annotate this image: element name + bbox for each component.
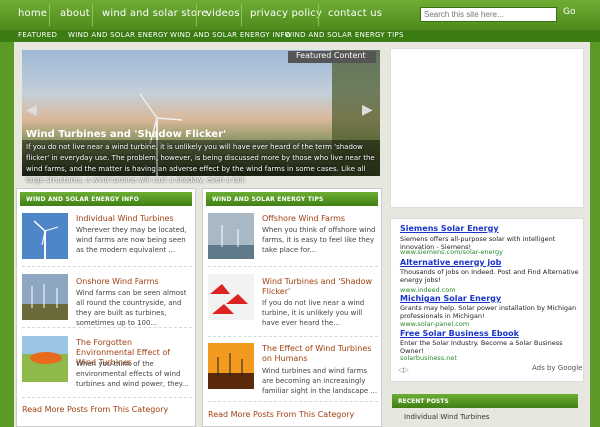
ad-url[interactable]: www.indeed.com [400, 286, 456, 294]
featured-content-tag: Featured Content [288, 51, 376, 63]
read-more-link[interactable]: Read More Posts From This Category [22, 405, 168, 414]
subnav-energy[interactable]: WIND AND SOLAR ENERGY [68, 31, 168, 39]
search-input[interactable] [420, 7, 557, 22]
ad-text: Grants may help. Solar power installatio… [400, 304, 577, 320]
nav-about[interactable]: about [60, 8, 90, 19]
ad-title[interactable]: Siemens Solar Energy [400, 224, 499, 233]
subnav-tips[interactable]: WIND AND SOLAR ENERGY TIPS [285, 31, 404, 39]
post-divider [22, 327, 192, 328]
nav-separator [196, 4, 197, 26]
post-divider [208, 266, 378, 267]
ad-url[interactable]: www.solar-panel.com [400, 320, 469, 328]
ad-url[interactable]: solarbusiness.net [400, 354, 457, 362]
post-excerpt: Wind farms can be seen almost all round … [76, 289, 187, 327]
ad-title[interactable]: Michigan Solar Energy [400, 294, 501, 303]
subnav-info[interactable]: WIND AND SOLAR ENERGY INFO [170, 31, 291, 39]
nav-separator [92, 4, 93, 26]
nav-separator [49, 4, 50, 26]
read-more-link[interactable]: Read More Posts From This Category [208, 410, 354, 419]
ad-text: Thousands of jobs on Indeed. Post and Fi… [400, 268, 579, 284]
windsock-thumbnail[interactable] [22, 336, 68, 382]
nav-privacy[interactable]: privacy policy [250, 8, 322, 19]
post-title[interactable]: Wind Turbines and 'Shadow Flicker' [262, 277, 376, 297]
search-go-button[interactable]: Go [563, 7, 575, 17]
ad-title[interactable]: Alternative energy job [400, 258, 501, 267]
post-divider [208, 401, 378, 402]
nav-home[interactable]: home [18, 8, 47, 19]
post-excerpt: Wind turbines and wind farms are becomin… [262, 367, 378, 395]
post-divider [208, 336, 378, 337]
post-divider [22, 266, 192, 267]
sidebar-blank-ad [390, 48, 584, 208]
nav-contact[interactable]: contact us [328, 8, 382, 19]
subnav-featured[interactable]: FEATURED [18, 31, 57, 39]
post-title[interactable]: Onshore Wind Farms [76, 277, 188, 287]
post-title[interactable]: Individual Wind Turbines [76, 214, 188, 224]
slider-prev-icon[interactable]: ◀ [26, 102, 37, 118]
sunset-turbines-thumbnail[interactable] [208, 343, 254, 389]
nav-videos[interactable]: videos [206, 8, 240, 19]
nav-separator [241, 4, 242, 26]
ad-url[interactable]: www.siemens.com/solar-energy [400, 248, 503, 256]
adchoices-icon[interactable]: ◁▷ [398, 366, 409, 374]
offshore-wind-thumbnail[interactable] [208, 213, 254, 259]
post-excerpt: Wherever they may be located, wind farms… [76, 226, 187, 254]
red-rooftops-thumbnail[interactable] [208, 274, 254, 320]
post-divider [22, 397, 192, 398]
top-navigation: home about wind and solar store videos p… [0, 0, 600, 30]
ad-title[interactable]: Free Solar Business Ebook [400, 329, 519, 338]
nav-separator [318, 4, 319, 26]
ad-text: Enter the Solar Industry. Become a Solar… [400, 339, 563, 355]
recent-post-link[interactable]: Individual Wind Turbines [404, 413, 489, 421]
featured-title[interactable]: Wind Turbines and 'Shadow Flicker' [26, 129, 226, 140]
post-excerpt: When you think of the environmental effe… [76, 360, 189, 388]
slider-next-icon[interactable]: ▶ [362, 102, 373, 118]
post-excerpt: If you do not live near a wind turbine, … [262, 299, 365, 327]
tips-heading: WIND AND SOLAR ENERGY TIPS [206, 192, 378, 206]
category-navigation: FEATURED WIND AND SOLAR ENERGY WIND AND … [0, 30, 600, 42]
post-title[interactable]: Offshore Wind Farms [262, 214, 376, 224]
ads-by-google[interactable]: Ads by Google [532, 364, 582, 372]
info-heading: WIND AND SOLAR ENERGY INFO [20, 192, 192, 206]
featured-excerpt: If you do not live near a wind turbine, … [26, 143, 375, 184]
nav-store[interactable]: wind and solar store [102, 8, 208, 19]
post-excerpt: When you think of offshore wind farms, i… [262, 226, 376, 254]
recent-posts-heading: RECENT POSTS [392, 394, 578, 408]
post-title[interactable]: The Effect of Wind Turbines on Humans [262, 344, 376, 364]
wind-turbine-thumbnail[interactable] [22, 213, 68, 259]
wind-farm-thumbnail[interactable] [22, 274, 68, 320]
